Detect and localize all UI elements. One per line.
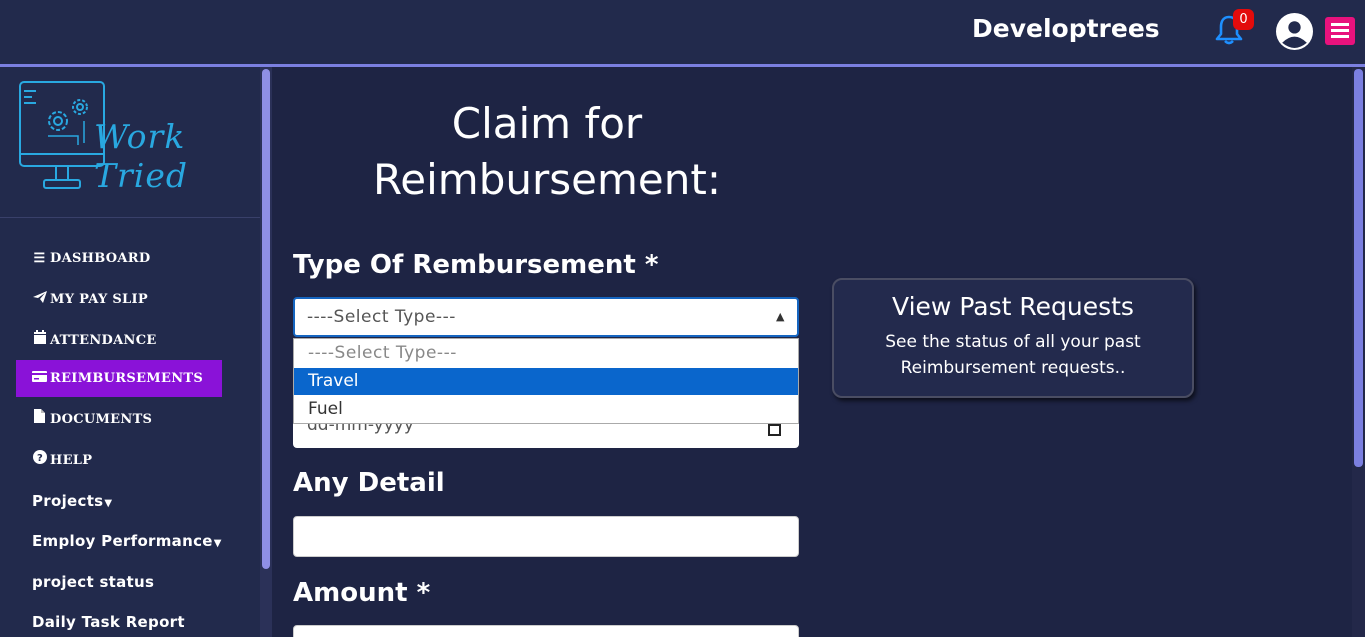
sidebar-item-label: DASHBOARD xyxy=(50,251,151,266)
date-field[interactable]: dd-mm-yyyy xyxy=(293,424,799,448)
dropdown-option-travel[interactable]: Travel xyxy=(294,368,798,395)
sidebar-item-label: HELP xyxy=(50,453,93,468)
view-past-requests-card[interactable]: View Past Requests See the status of all… xyxy=(832,278,1194,398)
detail-input[interactable] xyxy=(293,516,799,557)
reimbursement-type-select[interactable]: ----Select Type--- ▲ xyxy=(293,297,799,337)
past-requests-description: See the status of all your past Reimburs… xyxy=(885,332,1141,378)
dropdown-option-fuel[interactable]: Fuel xyxy=(294,396,798,423)
sidebar-item-project-status[interactable]: project status xyxy=(16,564,222,601)
sidebar-item-projects[interactable]: Projects▼ xyxy=(16,483,222,520)
sidebar-item-label: REIMBURSEMENTS xyxy=(50,371,204,386)
notification-count-badge: 0 xyxy=(1233,9,1254,30)
sidebar-item-label: project status xyxy=(32,573,155,591)
sidebar-item-my-pay-slip[interactable]: MY PAY SLIP xyxy=(16,281,222,318)
logo-text: Work Tried xyxy=(94,117,188,195)
sidebar-item-daily-task-report[interactable]: Daily Task Report xyxy=(16,604,222,637)
sidebar-item-employ-performance[interactable]: Employ Performance▼ xyxy=(16,523,222,560)
sidebar-item-dashboard[interactable]: ☰ DASHBOARD xyxy=(16,240,222,277)
caret-down-icon: ▼ xyxy=(213,538,222,549)
date-placeholder: dd-mm-yyyy xyxy=(307,424,414,435)
bars-icon: ☰ xyxy=(33,251,46,266)
top-bar xyxy=(0,0,1365,64)
sidebar-item-label: ATTENDANCE xyxy=(50,333,157,348)
select-arrows-icon: ▲ xyxy=(776,310,785,323)
sidebar-item-documents[interactable]: DOCUMENTS xyxy=(16,401,222,438)
dropdown-option-placeholder[interactable]: ----Select Type--- xyxy=(294,340,798,367)
hamburger-menu-icon[interactable] xyxy=(1325,17,1355,45)
past-requests-title: View Past Requests xyxy=(892,292,1134,321)
sidebar-item-attendance[interactable]: ATTENDANCE xyxy=(16,322,222,359)
sidebar: Work Tried ☰ DASHBOARD MY PAY SLIP ATTEND… xyxy=(0,67,260,637)
sidebar-item-reimbursements[interactable]: REIMBURSEMENTS xyxy=(16,360,222,397)
sidebar-item-label: Employ Performance xyxy=(32,532,213,550)
sidebar-item-label: Projects xyxy=(32,492,104,510)
main-scrollbar-thumb[interactable] xyxy=(1354,69,1363,467)
paper-plane-icon xyxy=(32,281,47,318)
sidebar-item-help[interactable]: ? HELP xyxy=(16,442,222,479)
select-value: ----Select Type--- xyxy=(307,307,456,327)
detail-label: Any Detail xyxy=(293,468,445,498)
sidebar-divider xyxy=(0,217,260,218)
caret-down-icon: ▼ xyxy=(104,498,113,509)
type-label: Type Of Rembursement * xyxy=(293,250,659,280)
user-avatar-icon[interactable] xyxy=(1276,13,1313,50)
svg-text:?: ? xyxy=(36,453,42,464)
sidebar-item-label: Daily Task Report xyxy=(32,613,185,631)
reimbursement-type-dropdown[interactable]: ----Select Type--- Travel Fuel xyxy=(293,338,799,424)
question-circle-icon: ? xyxy=(32,442,47,479)
calendar-picker-icon[interactable] xyxy=(768,424,781,436)
calendar-icon xyxy=(32,322,47,359)
amount-label: Amount * xyxy=(293,578,431,608)
sidebar-item-label: DOCUMENTS xyxy=(50,412,153,427)
sidebar-scrollbar-thumb[interactable] xyxy=(262,69,270,569)
credit-card-icon xyxy=(32,360,47,397)
brand-name: Developtrees xyxy=(972,14,1160,43)
sidebar-item-label: MY PAY SLIP xyxy=(50,292,148,307)
page-title: Claim for Reimbursement: xyxy=(373,99,721,204)
file-icon xyxy=(32,401,47,438)
amount-input[interactable] xyxy=(293,625,799,637)
